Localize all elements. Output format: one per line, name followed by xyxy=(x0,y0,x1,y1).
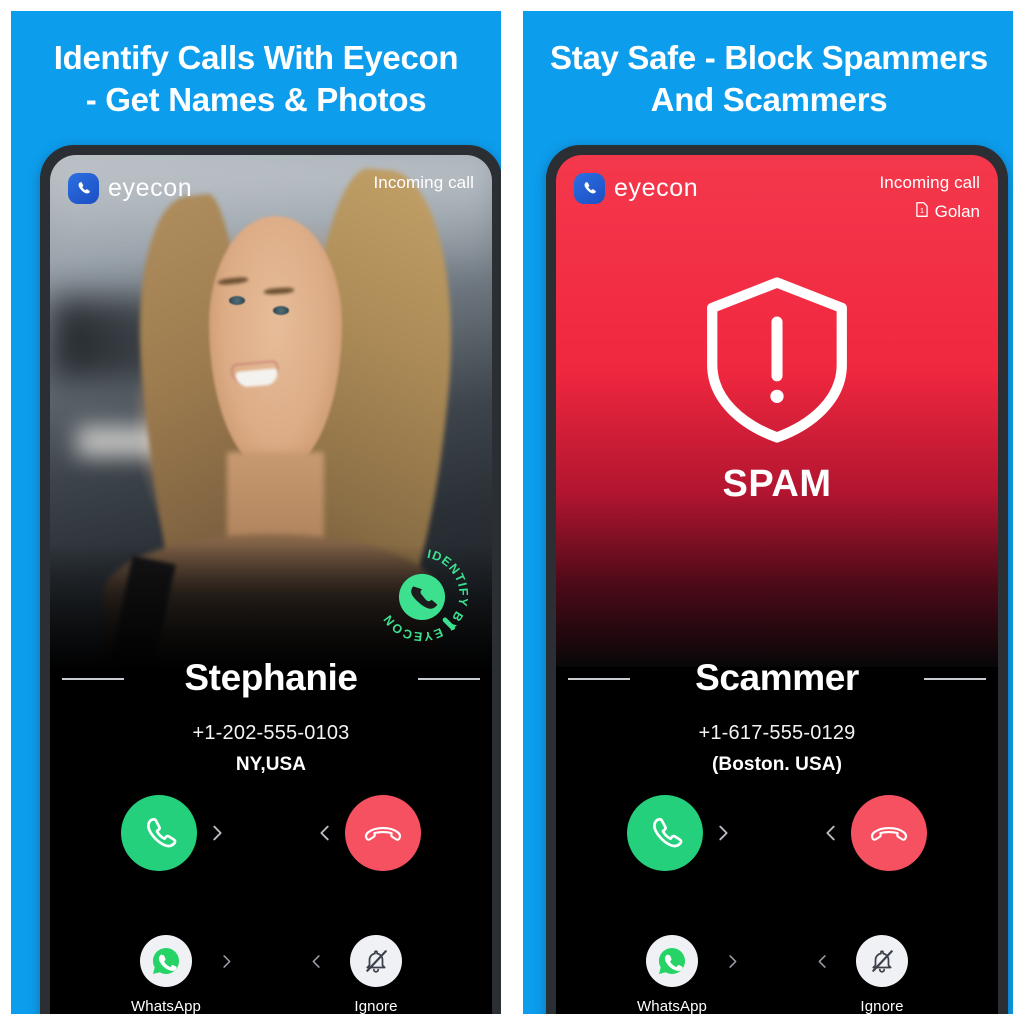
photo-eye-left xyxy=(229,295,245,305)
contact-info-block: Stephanie +1-202-555-0103 NY,USA xyxy=(50,651,492,776)
sim-carrier-row: 1 Golan xyxy=(879,201,980,223)
contact-location: NY,USA xyxy=(235,754,307,775)
contact-name-row: Stephanie xyxy=(50,651,492,705)
call-action-row xyxy=(556,795,998,871)
call-action-row xyxy=(50,795,492,871)
spam-warning-hero: SPAM xyxy=(556,155,998,667)
call-status-bar: eyecon Incoming call 1 Golan xyxy=(574,173,980,223)
contact-name: Scammer xyxy=(695,657,859,698)
eyecon-wordmark: eyecon xyxy=(614,174,699,202)
decline-call-button[interactable] xyxy=(851,795,927,871)
phone-device-frame: SPAM eyecon Incoming call 1 Golan Scamme… xyxy=(546,145,1008,1014)
whatsapp-icon xyxy=(140,935,192,987)
answer-chevron-right-icon xyxy=(197,822,237,844)
secondary-action-row: WhatsApp Ignore xyxy=(50,935,492,1014)
panel-headline: Stay Safe - Block Spammers And Scammers xyxy=(550,39,988,118)
whatsapp-chevron-right-icon xyxy=(209,935,243,987)
eyecon-brand: eyecon xyxy=(574,173,698,204)
whatsapp-action[interactable]: WhatsApp xyxy=(629,935,715,1014)
ignore-chevron-left-icon xyxy=(299,935,333,987)
phone-decline-icon xyxy=(870,826,908,841)
phone-handset-icon xyxy=(68,173,99,204)
spam-label: SPAM xyxy=(722,463,832,505)
ignore-action[interactable]: Ignore xyxy=(839,935,925,1014)
contact-name: Stephanie xyxy=(184,657,358,698)
caller-photo: IDENTIFY BY EYECON xyxy=(50,155,492,667)
contact-phone-number: +1-202-555-0103 xyxy=(192,722,350,744)
whatsapp-label: WhatsApp xyxy=(637,998,707,1014)
shield-exclamation-icon xyxy=(707,277,847,443)
decline-chevron-left-icon xyxy=(811,822,851,844)
decline-call-button[interactable] xyxy=(345,795,421,871)
divider-right xyxy=(418,678,480,680)
eyecon-brand: eyecon xyxy=(68,173,192,204)
status-right-group: Incoming call 1 Golan xyxy=(879,173,980,223)
spam-indicator: SPAM xyxy=(556,273,998,506)
phone-device-frame: IDENTIFY BY EYECON xyxy=(40,145,501,1014)
answer-call-button[interactable] xyxy=(627,795,703,871)
phone-handset-icon xyxy=(574,173,605,204)
screenshot-stage: Identify Calls With Eyecon - Get Names &… xyxy=(0,0,1024,1024)
identify-by-eyecon-badge: IDENTIFY BY EYECON xyxy=(374,547,470,644)
phone-screen: IDENTIFY BY EYECON xyxy=(50,155,492,1014)
answer-chevron-right-icon xyxy=(703,822,743,844)
divider-left xyxy=(568,678,630,680)
eyecon-wordmark: eyecon xyxy=(108,174,193,202)
ignore-label: Ignore xyxy=(860,998,904,1014)
decline-chevron-left-icon xyxy=(305,822,345,844)
ignore-chevron-left-icon xyxy=(805,935,839,987)
call-status-bar: eyecon Incoming call xyxy=(68,173,474,204)
phone-answer-icon xyxy=(653,817,683,848)
answer-call-button[interactable] xyxy=(121,795,197,871)
incoming-call-label: Incoming call xyxy=(373,173,474,192)
contact-phone-number: +1-617-555-0129 xyxy=(698,722,856,744)
secondary-action-row: WhatsApp Ignore xyxy=(556,935,998,1014)
phone-screen: SPAM eyecon Incoming call 1 Golan Scamme… xyxy=(556,155,998,1014)
divider-left xyxy=(62,678,124,680)
whatsapp-action[interactable]: WhatsApp xyxy=(123,935,209,1014)
phone-decline-icon xyxy=(364,826,402,841)
status-right-group: Incoming call xyxy=(373,173,474,193)
promo-panel-spam: Stay Safe - Block Spammers And Scammers … xyxy=(523,11,1013,1014)
contact-location: (Boston. USA) xyxy=(711,754,843,775)
ignore-action[interactable]: Ignore xyxy=(333,935,419,1014)
panel-headline: Identify Calls With Eyecon - Get Names &… xyxy=(53,39,459,118)
bell-muted-icon xyxy=(350,935,402,987)
bell-muted-icon xyxy=(856,935,908,987)
contact-info-block: Scammer +1-617-555-0129 (Boston. USA) xyxy=(556,651,998,776)
contact-name-row: Scammer xyxy=(556,651,998,705)
phone-answer-icon xyxy=(147,817,177,848)
svg-text:1: 1 xyxy=(920,206,924,215)
whatsapp-chevron-right-icon xyxy=(715,935,749,987)
divider-right xyxy=(924,678,986,680)
ignore-label: Ignore xyxy=(354,998,398,1014)
whatsapp-icon xyxy=(646,935,698,987)
whatsapp-label: WhatsApp xyxy=(131,998,201,1014)
sim-carrier-label: Golan xyxy=(934,202,980,221)
incoming-call-label: Incoming call xyxy=(879,173,980,192)
promo-panel-identify: Identify Calls With Eyecon - Get Names &… xyxy=(11,11,501,1014)
sim-card-1-icon: 1 xyxy=(915,201,929,223)
